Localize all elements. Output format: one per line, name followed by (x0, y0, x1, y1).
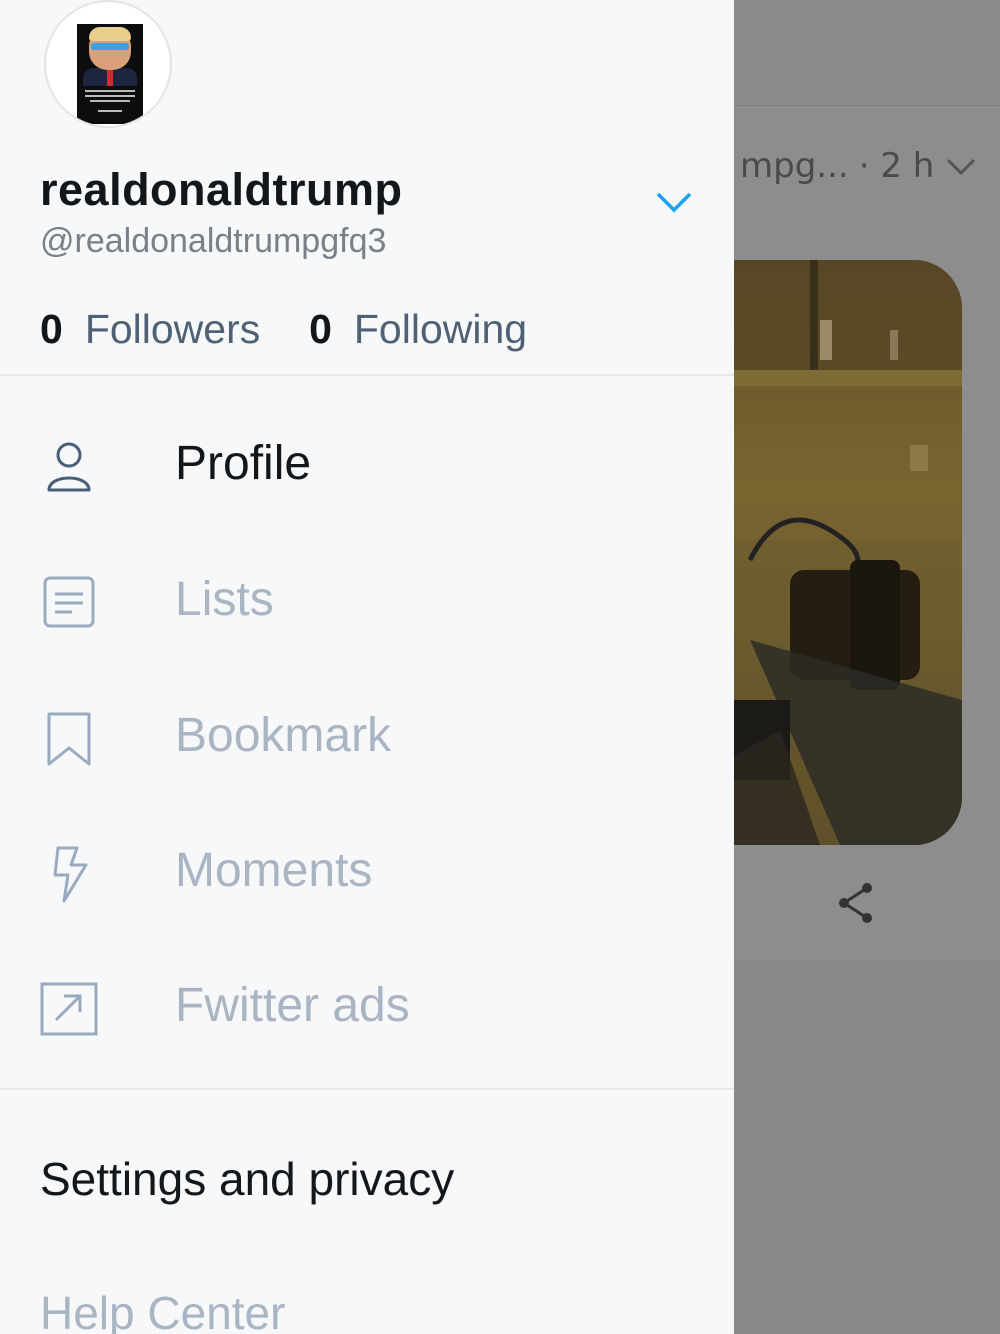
profile-username[interactable]: realdonaldtrump (40, 164, 403, 216)
menu-item-label: Moments (175, 844, 373, 897)
chevron-down-icon[interactable] (944, 149, 978, 183)
list-icon (43, 576, 95, 628)
following-label: Following (353, 306, 528, 352)
menu-item-label: Lists (175, 573, 274, 626)
tweet-time: · 2 h (858, 146, 935, 186)
lightning-icon (53, 846, 88, 903)
chevron-down-icon[interactable] (654, 186, 694, 216)
following-link[interactable]: 0 Following (309, 306, 527, 352)
external-link-icon (40, 982, 98, 1036)
following-count: 0 (309, 306, 332, 352)
help-center-link[interactable]: Help Center (40, 1286, 285, 1334)
feed-header (734, 0, 1000, 106)
profile-handle: @realdonaldtrumpgfq3 (40, 222, 387, 260)
menu-item-label: Bookmark (175, 709, 392, 762)
menu-item-moments[interactable]: Moments (0, 811, 734, 931)
tweet-handle: mpg... (740, 146, 849, 186)
share-icon[interactable] (834, 880, 878, 926)
menu-item-ads[interactable]: Fwitter ads (0, 946, 734, 1066)
menu-item-bookmark[interactable]: Bookmark (0, 676, 734, 796)
settings-and-privacy-link[interactable]: Settings and privacy (40, 1152, 454, 1206)
divider (0, 374, 734, 376)
followers-count: 0 (40, 306, 63, 352)
menu-item-profile[interactable]: Profile (0, 404, 734, 524)
followers-label: Followers (84, 306, 261, 352)
divider (0, 1088, 734, 1090)
navigation-drawer: realdonaldtrump @realdonaldtrumpgfq3 0 Fo… (0, 0, 734, 1334)
menu-item-lists[interactable]: Lists (0, 540, 734, 660)
follow-stats: 0 Followers 0 Following (40, 306, 527, 353)
bookmark-icon (47, 712, 91, 766)
avatar-image (77, 24, 143, 124)
menu-item-label: Profile (175, 437, 312, 490)
person-icon (47, 442, 91, 492)
feed-lower (734, 962, 1000, 1334)
avatar[interactable] (44, 0, 172, 128)
menu-item-label: Fwitter ads (175, 979, 410, 1032)
followers-link[interactable]: 0 Followers (40, 306, 272, 352)
tweet-meta: mpg... · 2 h (740, 146, 978, 186)
